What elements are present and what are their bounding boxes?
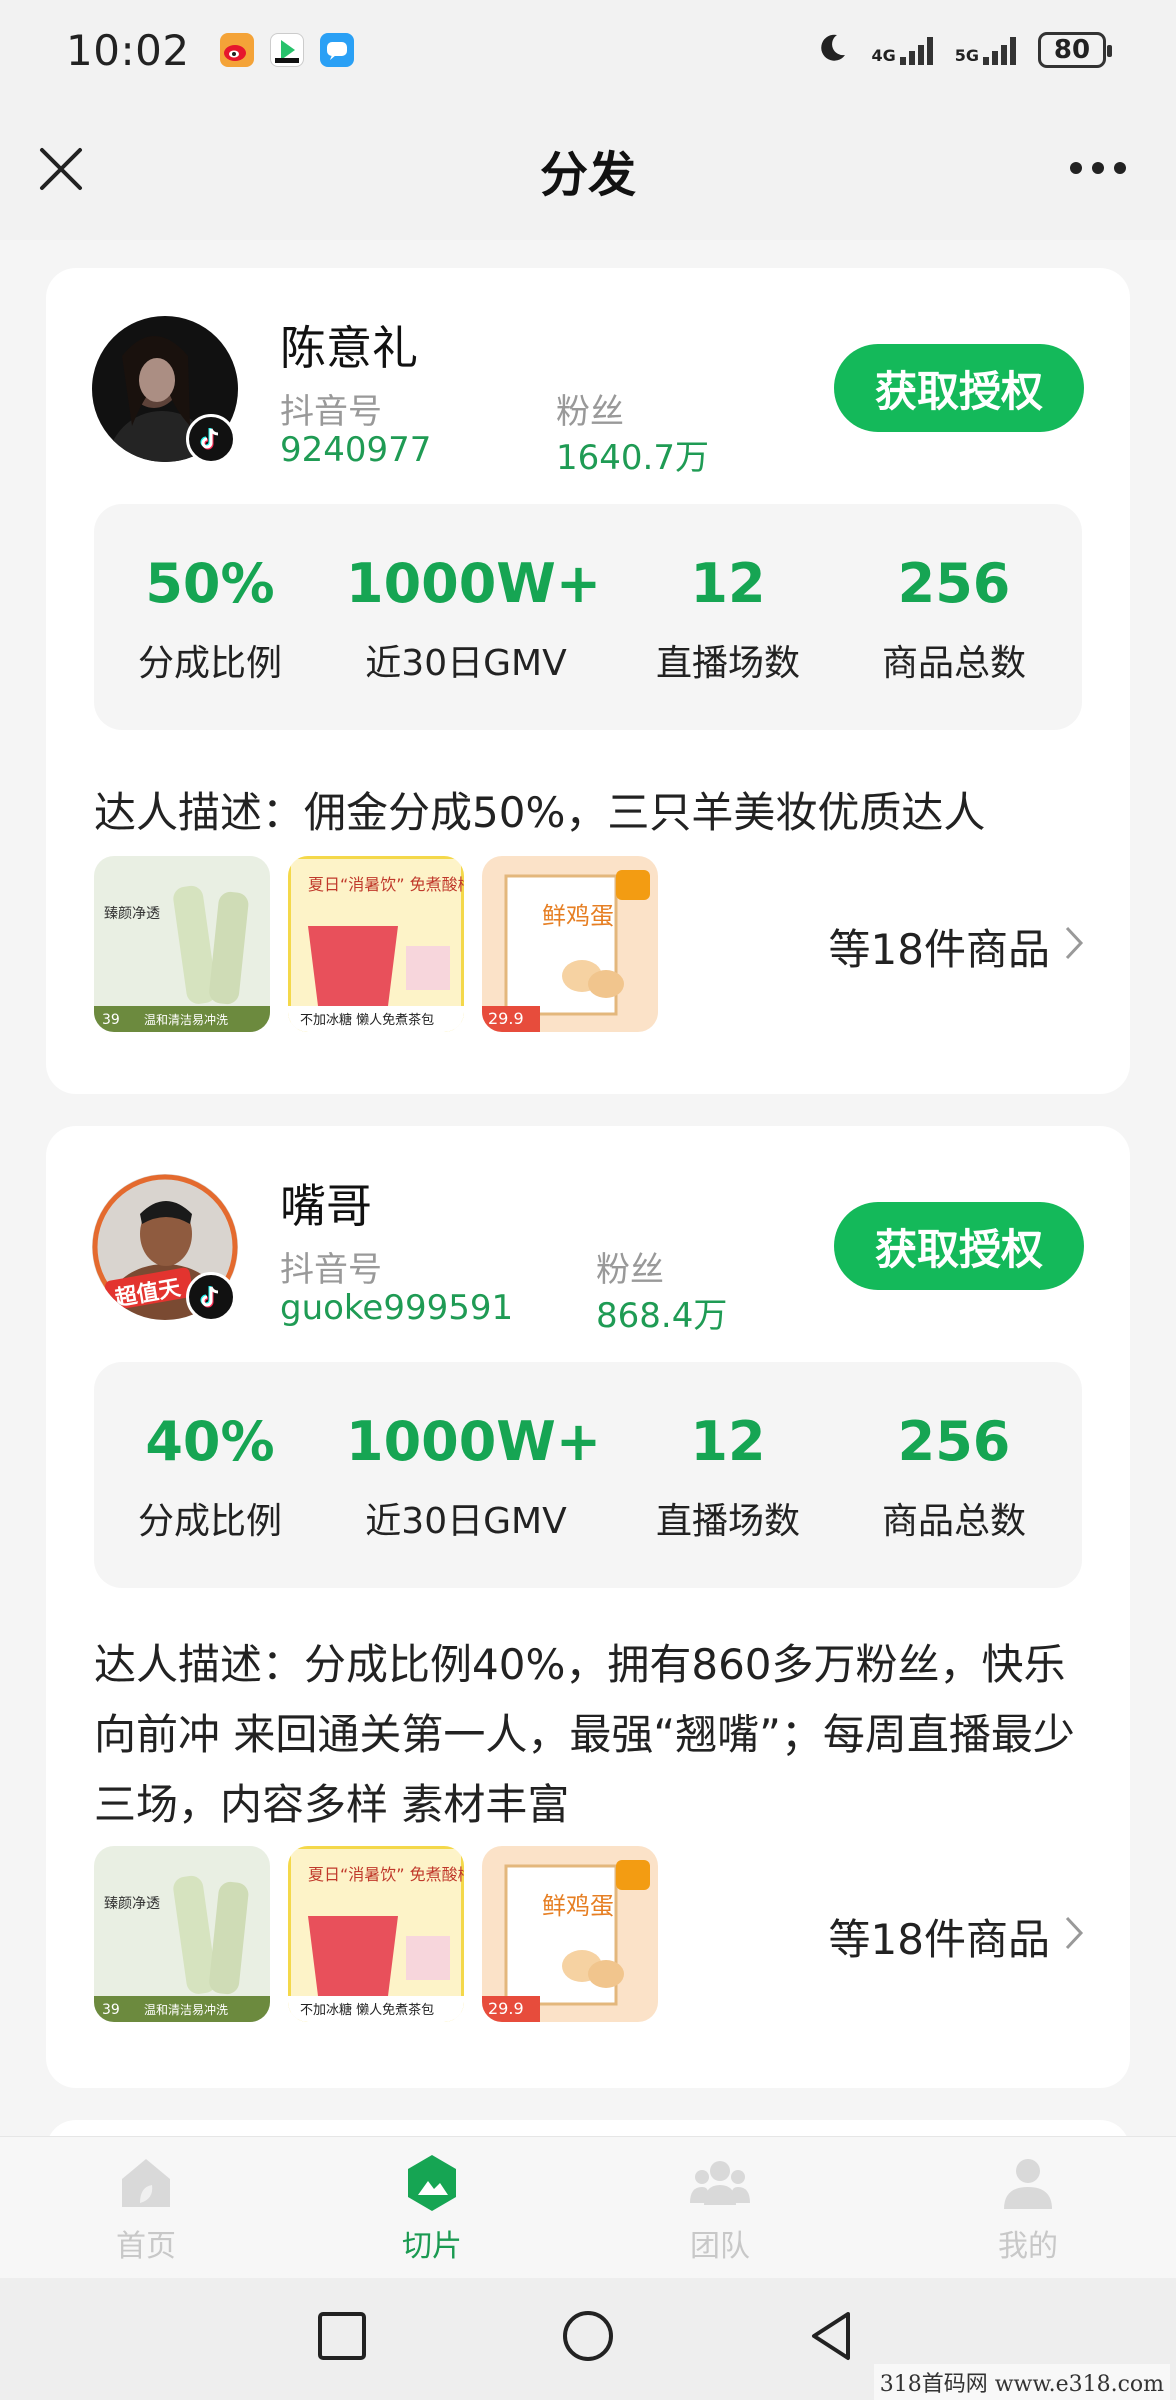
tab-clips-label: 切片 [402, 2229, 462, 2264]
fans-label: 粉丝 [556, 392, 624, 432]
get-authorization-button[interactable]: 获取授权 [834, 344, 1084, 432]
battery-indicator: 80 [1038, 32, 1112, 68]
creator-card[interactable]: 超值天 嘴哥 抖音号 guoke999591 粉丝 868.4万 获取授权 40… [46, 1126, 1130, 2088]
fans-count: 868.4万 [596, 1296, 728, 1336]
svg-text:39: 39 [102, 1012, 120, 1028]
product-thumbnail[interactable]: 夏日“消暑饮” 免煮酸梅汤 不加冰糖 懒人免煮茶包 [288, 856, 464, 1032]
stat-live-count: 12 直播场数 [655, 1410, 800, 1542]
creator-name: 嘴哥 [280, 1179, 372, 1233]
douyin-id: 9240977 [280, 430, 432, 470]
product-thumbnail[interactable]: 臻颜净透 39 温和清洁易冲洗 [94, 856, 270, 1032]
tab-team[interactable]: 团队 [660, 2153, 780, 2265]
chevron-right-icon [1064, 922, 1084, 971]
weibo-icon [219, 33, 254, 67]
creator-card[interactable]: 陈意礼 抖音号 9240977 粉丝 1640.7万 获取授权 50% 分成比例… [46, 268, 1130, 1094]
stat-product-total: 256 商品总数 [881, 552, 1026, 684]
clips-icon [402, 2153, 462, 2213]
svg-text:29.9: 29.9 [488, 1999, 524, 2018]
svg-text:39: 39 [102, 2002, 120, 2018]
stats-panel: 50% 分成比例 1000W+ 近30日GMV 12 直播场数 256 商品总数 [94, 504, 1082, 730]
stats-panel: 40% 分成比例 1000W+ 近30日GMV 12 直播场数 256 商品总数 [94, 1362, 1082, 1588]
video-app-icon [269, 33, 304, 67]
svg-text:夏日“消暑饮” 免煮酸梅汤: 夏日“消暑饮” 免煮酸梅汤 [308, 875, 464, 894]
stat-product-total: 256 商品总数 [881, 1410, 1026, 1542]
more-products-label: 等18件商品 [828, 925, 1050, 974]
svg-text:鲜鸡蛋: 鲜鸡蛋 [542, 902, 614, 930]
signal-4g: 4G [871, 35, 933, 65]
tab-team-label: 团队 [690, 2229, 750, 2264]
home-circle-icon[interactable] [558, 2306, 618, 2366]
svg-text:29.9: 29.9 [488, 1009, 524, 1028]
douyin-id: guoke999591 [280, 1288, 514, 1328]
fans-label: 粉丝 [596, 1250, 664, 1290]
tab-me[interactable]: 我的 [968, 2153, 1088, 2265]
stat-live-count: 12 直播场数 [655, 552, 800, 684]
bottom-tab-bar: 首页 切片 团队 我的 [0, 2136, 1176, 2278]
status-bar: 10:02 4G 5G 80 [0, 0, 1176, 100]
tab-clips[interactable]: 切片 [372, 2153, 492, 2265]
close-icon[interactable] [34, 142, 88, 196]
svg-text:鲜鸡蛋: 鲜鸡蛋 [542, 1892, 614, 1920]
moon-icon [815, 31, 849, 69]
douyin-label: 抖音号 [280, 1250, 382, 1290]
back-triangle-icon[interactable] [802, 2306, 862, 2366]
tab-me-label: 我的 [998, 2229, 1058, 2264]
more-products-label: 等18件商品 [828, 1915, 1050, 1964]
stat-share-ratio: 40% 分成比例 [137, 1410, 282, 1542]
svg-text:温和清洁易冲洗: 温和清洁易冲洗 [144, 1012, 228, 1027]
home-icon [116, 2153, 176, 2213]
more-products-link[interactable]: 等18件商品 [829, 1906, 1084, 1967]
svg-text:不加冰糖 懒人免煮茶包: 不加冰糖 懒人免煮茶包 [300, 1012, 434, 1028]
creator-description: 达人描述：分成比例40%，拥有860多万粉丝，快乐向前冲 来回通关第一人，最强“… [94, 1640, 1075, 1829]
tab-home[interactable]: 首页 [86, 2153, 206, 2265]
signal-5g: 5G [955, 35, 1016, 65]
message-app-icon [319, 33, 354, 67]
fans-count: 1640.7万 [556, 438, 709, 478]
svg-text:臻颜净透: 臻颜净透 [104, 906, 160, 922]
douyin-label: 抖音号 [280, 392, 382, 432]
creator-name: 陈意礼 [280, 321, 418, 375]
stat-gmv: 1000W+ 近30日GMV [346, 552, 602, 684]
stat-share-ratio: 50% 分成比例 [137, 552, 282, 684]
more-products-link[interactable]: 等18件商品 [829, 916, 1084, 977]
watermark: 318首码网 www.e318.com [873, 2364, 1170, 2400]
get-authorization-button[interactable]: 获取授权 [834, 1202, 1084, 1290]
svg-text:不加冰糖 懒人免煮茶包: 不加冰糖 懒人免煮茶包 [300, 2002, 434, 2018]
svg-text:夏日“消暑饮” 免煮酸梅汤: 夏日“消暑饮” 免煮酸梅汤 [308, 1865, 464, 1884]
product-thumbnail[interactable]: 鲜鸡蛋 29.9 [482, 1846, 658, 2022]
team-icon [690, 2153, 750, 2213]
creator-card-peek[interactable] [46, 2120, 1130, 2136]
nav-bar: 分发 [0, 100, 1176, 240]
tab-home-label: 首页 [116, 2229, 176, 2264]
system-navigation-bar: 318首码网 www.e318.com [0, 2278, 1176, 2400]
creator-description: 达人描述：佣金分成50%，三只羊美妆优质达人 [94, 788, 986, 837]
recent-apps-icon[interactable] [312, 2306, 372, 2366]
product-thumbnail[interactable]: 鲜鸡蛋 29.9 [482, 856, 658, 1032]
creator-list[interactable]: 陈意礼 抖音号 9240977 粉丝 1640.7万 获取授权 50% 分成比例… [0, 240, 1176, 2136]
tiktok-icon [186, 1272, 236, 1322]
stat-gmv: 1000W+ 近30日GMV [346, 1410, 602, 1542]
status-time: 10:02 [66, 25, 190, 75]
tiktok-icon [186, 414, 236, 464]
svg-text:臻颜净透: 臻颜净透 [104, 1896, 160, 1912]
chevron-right-icon [1064, 1912, 1084, 1961]
product-thumbnail[interactable]: 臻颜净透 39 温和清洁易冲洗 [94, 1846, 270, 2022]
more-icon[interactable] [1070, 162, 1126, 174]
page-title: 分发 [539, 147, 636, 203]
product-thumbnail[interactable]: 夏日“消暑饮” 免煮酸梅汤 不加冰糖 懒人免煮茶包 [288, 1846, 464, 2022]
svg-text:温和清洁易冲洗: 温和清洁易冲洗 [144, 2002, 228, 2017]
profile-icon [998, 2153, 1058, 2213]
